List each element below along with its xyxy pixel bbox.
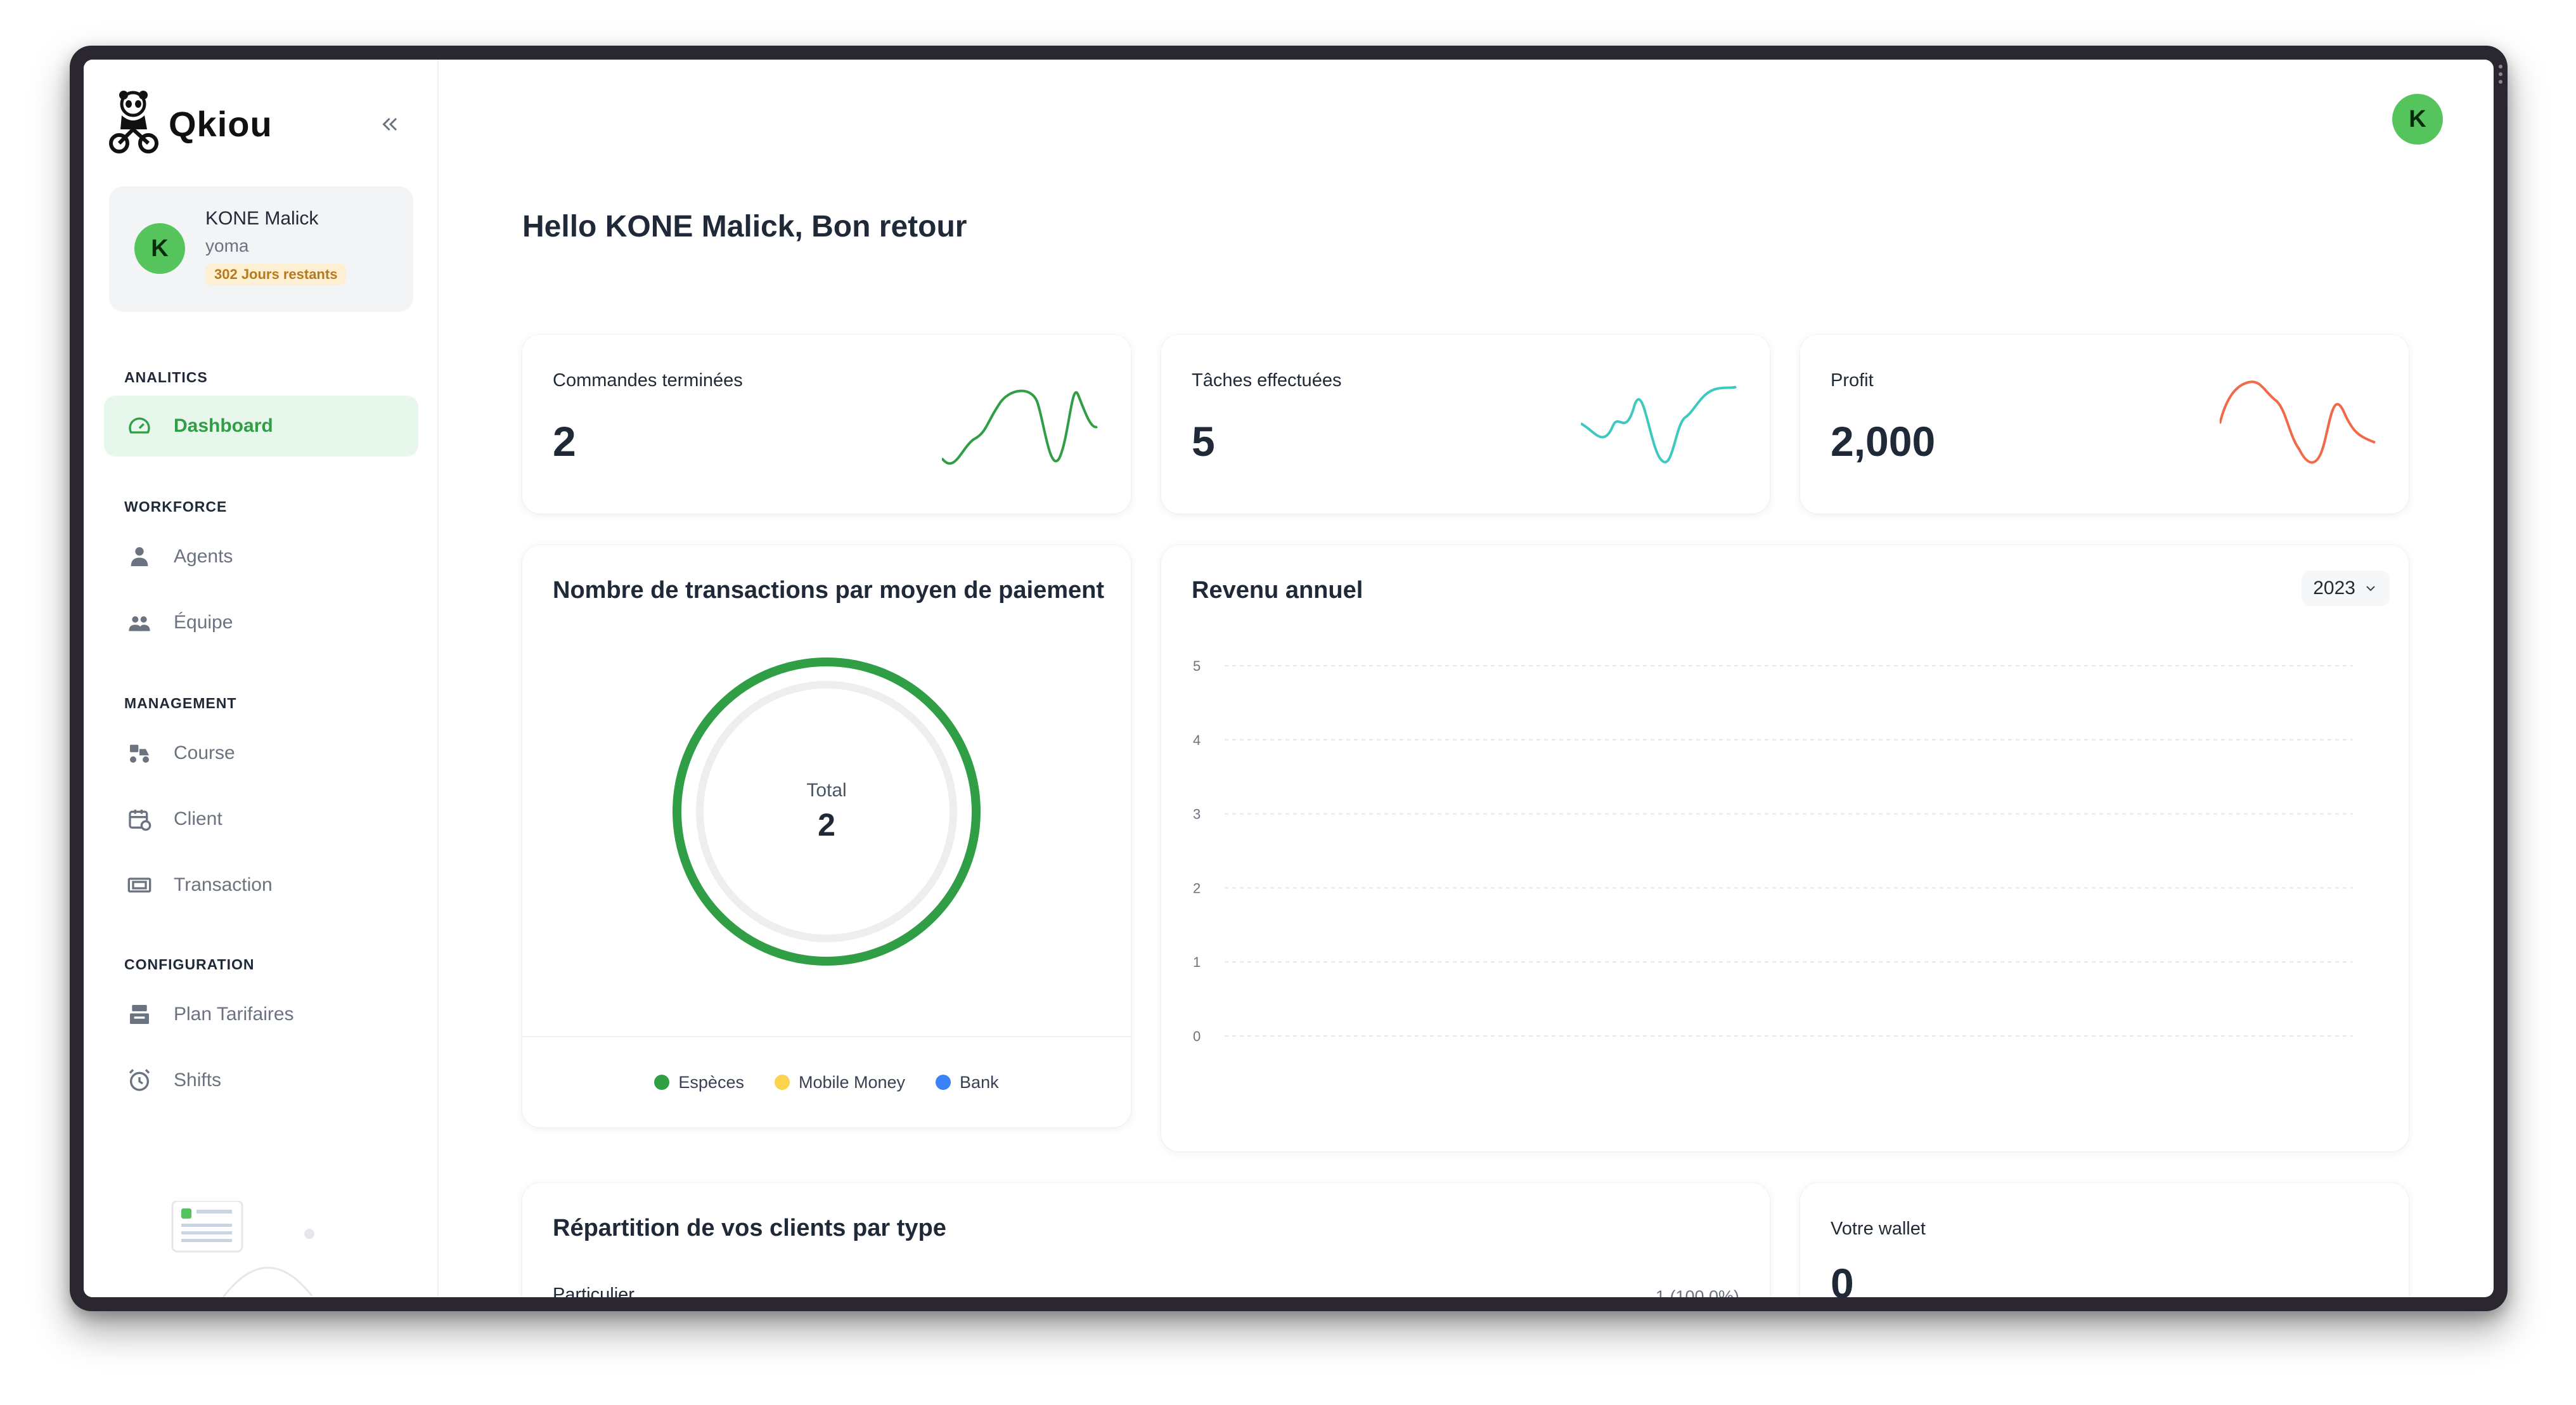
legend-dot bbox=[936, 1075, 951, 1090]
donut-total-label: Total bbox=[806, 780, 847, 801]
y-tick-label: 0 bbox=[1193, 1028, 1201, 1044]
legend-dot bbox=[654, 1075, 670, 1090]
alarm-clock-icon bbox=[129, 1069, 150, 1091]
chevron-down-icon bbox=[2366, 586, 2375, 592]
sidebar: Qkiou K KONE Malick yoma 302 Jours resta… bbox=[84, 60, 439, 1297]
calendar-client-icon bbox=[129, 810, 151, 831]
user-name: KONE Malick bbox=[205, 208, 319, 229]
sidebar-item-label: Shifts bbox=[174, 1070, 222, 1091]
transactions-card: Nombre de transactions par moyen de paie… bbox=[522, 545, 1131, 1127]
stat-value: 2 bbox=[553, 418, 576, 465]
sidebar-item-label: Client bbox=[174, 808, 222, 829]
avatar-initial: K bbox=[2409, 105, 2426, 133]
sidebar-item-agents[interactable]: Agents bbox=[104, 526, 418, 587]
banknote-icon bbox=[127, 877, 151, 893]
sidebar-item-equipe[interactable]: Équipe bbox=[104, 592, 418, 653]
y-tick-label: 4 bbox=[1193, 732, 1201, 748]
device-frame: Qkiou K KONE Malick yoma 302 Jours resta… bbox=[70, 46, 2508, 1311]
user-card[interactable]: K KONE Malick yoma 302 Jours restants bbox=[109, 186, 413, 312]
revenue-card: Revenu annuel 2023 0 1 2 3 4 5 bbox=[1161, 545, 2409, 1151]
sidebar-item-course[interactable]: Course bbox=[104, 723, 418, 784]
year-select[interactable]: 2023 bbox=[2302, 571, 2390, 606]
client-type-label: Particulier bbox=[553, 1285, 634, 1297]
team-icon bbox=[129, 616, 150, 631]
delivery-icon bbox=[130, 744, 149, 763]
card-title: Revenu annuel bbox=[1192, 577, 1363, 604]
days-left-badge: 302 Jours restants bbox=[205, 264, 347, 285]
sidebar-item-label: Agents bbox=[174, 546, 233, 567]
header-avatar[interactable]: K bbox=[2392, 94, 2443, 145]
avatar-initial: K bbox=[151, 235, 169, 262]
y-tick-label: 1 bbox=[1193, 954, 1201, 970]
sidebar-item-label: Équipe bbox=[174, 612, 233, 633]
donut-chart: Total 2 bbox=[668, 653, 985, 970]
avatar: K bbox=[134, 223, 185, 274]
donut-total-value: 2 bbox=[818, 807, 835, 843]
stat-label: Commandes terminées bbox=[553, 370, 743, 391]
document-illustration-icon bbox=[171, 1201, 314, 1297]
avatar: K bbox=[2392, 94, 2443, 145]
sidebar-item-transaction[interactable]: Transaction bbox=[104, 855, 418, 916]
sidebar-item-shifts[interactable]: Shifts bbox=[104, 1050, 418, 1111]
donut-center: Total 2 bbox=[668, 653, 985, 970]
year-select-value: 2023 bbox=[2313, 578, 2355, 599]
sidebar-item-label: Dashboard bbox=[174, 415, 273, 436]
card-title: Répartition de vos clients par type bbox=[553, 1215, 946, 1241]
sidebar-item-dashboard[interactable]: Dashboard bbox=[104, 396, 418, 456]
sparkline-commandes bbox=[942, 389, 1098, 465]
app-screen: Qkiou K KONE Malick yoma 302 Jours resta… bbox=[84, 60, 2494, 1297]
sparkline-taches bbox=[1581, 385, 1737, 463]
user-icon bbox=[131, 547, 148, 566]
stat-value: 2,000 bbox=[1831, 418, 1936, 465]
page-greeting: Hello KONE Malick, Bon retour bbox=[522, 210, 967, 243]
wallet-label: Votre wallet bbox=[1831, 1219, 1926, 1239]
sidebar-item-plan-tarifaires[interactable]: Plan Tarifaires bbox=[104, 984, 418, 1045]
sparkline-profit bbox=[2220, 380, 2376, 464]
stat-label: Profit bbox=[1831, 370, 1874, 391]
legend-label: Bank bbox=[960, 1072, 999, 1092]
card-title: Nombre de transactions par moyen de paie… bbox=[553, 577, 1105, 604]
sidebar-item-client[interactable]: Client bbox=[104, 789, 418, 850]
stat-card-profit: Profit 2,000 bbox=[1800, 335, 2409, 514]
dashboard-icon bbox=[129, 417, 150, 434]
legend-item-mobile-money[interactable]: Mobile Money bbox=[774, 1072, 906, 1092]
sidebar-item-label: Course bbox=[174, 742, 235, 763]
sidebar-item-label: Transaction bbox=[174, 874, 273, 895]
stat-label: Tâches effectuées bbox=[1192, 370, 1342, 391]
stat-value: 5 bbox=[1192, 418, 1215, 465]
stat-card-commandes: Commandes terminées 2 bbox=[522, 335, 1131, 514]
section-analytics: ANALITICS bbox=[124, 369, 208, 385]
client-type-value: 1 (100.0%) bbox=[1655, 1287, 1739, 1297]
legend-label: Mobile Money bbox=[798, 1072, 906, 1092]
wallet-value: 0 bbox=[1831, 1260, 1854, 1297]
user-org: yoma bbox=[205, 236, 249, 256]
section-configuration: CONFIGURATION bbox=[124, 956, 255, 973]
double-chevron-left-icon bbox=[382, 117, 397, 131]
legend-item-especes[interactable]: Espèces bbox=[654, 1073, 744, 1092]
legend-dot bbox=[774, 1075, 790, 1090]
y-tick-label: 3 bbox=[1193, 806, 1201, 822]
y-tick-label: 5 bbox=[1193, 659, 1201, 674]
legend-item-bank[interactable]: Bank bbox=[936, 1073, 999, 1092]
y-tick-label: 2 bbox=[1193, 880, 1201, 896]
pricing-icon bbox=[130, 1005, 149, 1024]
stat-card-taches: Tâches effectuées 5 bbox=[1161, 335, 1770, 514]
section-workforce: WORKFORCE bbox=[124, 498, 228, 515]
legend-label: Espèces bbox=[678, 1072, 744, 1092]
panda-logo-icon bbox=[109, 91, 158, 153]
logo-text: Qkiou bbox=[169, 103, 273, 144]
frame-menu-dots bbox=[2499, 65, 2502, 84]
app-logo[interactable]: Qkiou bbox=[108, 90, 273, 157]
section-management: MANAGEMENT bbox=[124, 695, 237, 711]
revenue-chart: 0 1 2 3 4 5 bbox=[1193, 659, 2353, 1044]
chart-legend: Espèces Mobile Money Bank bbox=[522, 1036, 1131, 1127]
wallet-card: Votre wallet 0 bbox=[1800, 1183, 2409, 1297]
collapse-sidebar-button[interactable] bbox=[375, 109, 406, 139]
clients-card: Répartition de vos clients par type Part… bbox=[522, 1183, 1770, 1297]
sidebar-item-label: Plan Tarifaires bbox=[174, 1004, 294, 1025]
